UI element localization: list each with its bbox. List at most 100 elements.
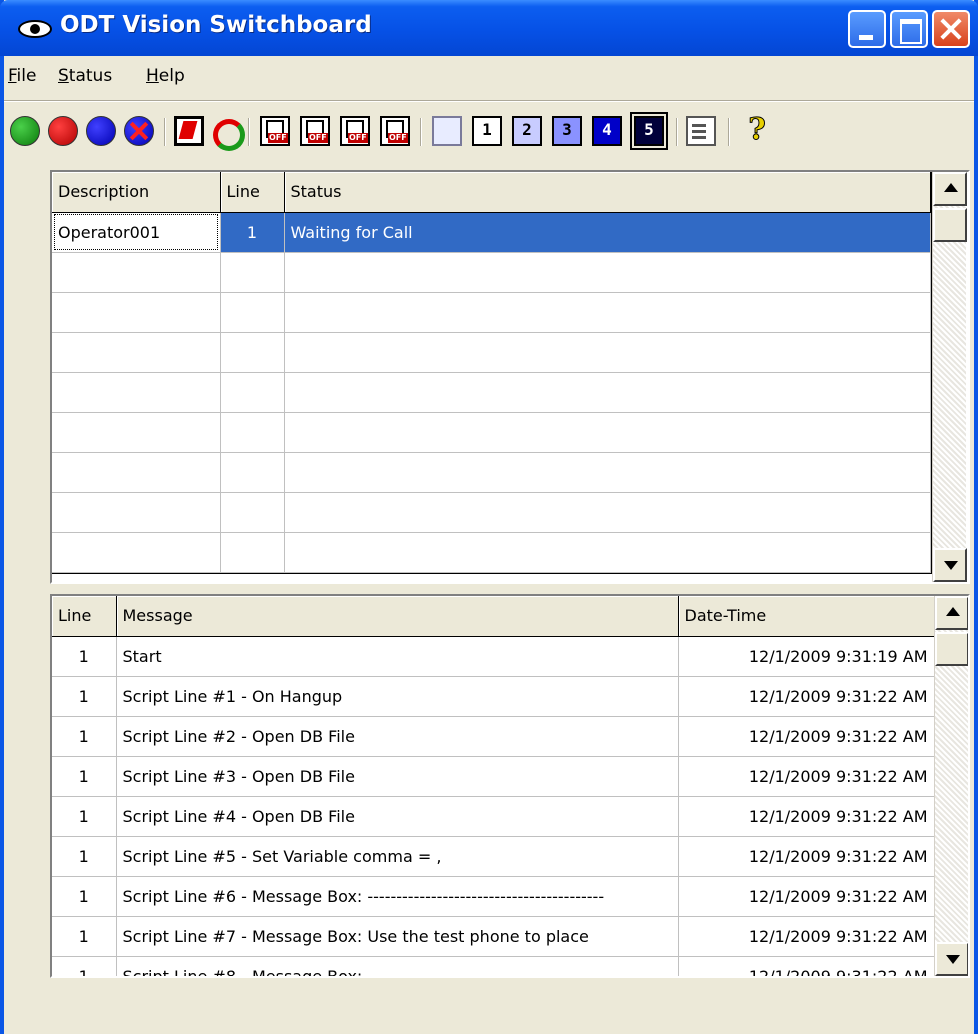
line-cell: 1 [52,676,117,717]
table-row[interactable]: 1 Script Line #8 - Message Box: 12/1/2009 … [52,956,935,976]
blue-circle-x-icon[interactable] [124,116,154,146]
menu-help[interactable]: Help [146,66,185,86]
message-cell: Script Line #8 - Message Box: [116,956,679,976]
datetime-cell: 12/1/2009 9:31:19 AM [678,636,935,677]
table-row[interactable]: Operator001 1 Waiting for Call [52,212,931,253]
message-cell: Script Line #7 - Message Box: Use the te… [116,916,679,957]
line-cell[interactable]: 1 [220,212,285,253]
table-row[interactable] [52,532,931,573]
line-cell: 1 [52,956,117,976]
table-row[interactable] [52,452,931,493]
column-header-line[interactable]: Line [52,596,117,637]
minimize-button[interactable] [848,10,886,48]
scroll-thumb[interactable] [933,208,967,242]
scroll-down-button[interactable] [935,942,968,976]
log-scrollbar[interactable] [934,596,968,976]
datetime-cell: 12/1/2009 9:31:22 AM [678,756,935,797]
line-cell: 1 [52,836,117,877]
menu-separator [4,100,974,102]
eye-icon[interactable] [18,20,52,38]
datetime-cell: 12/1/2009 9:31:22 AM [678,956,935,976]
lines-grid: Description Line Status Operator001 1 Wa… [50,170,970,584]
toolbar-separator [420,118,422,146]
column-header-message[interactable]: Message [116,596,679,637]
level-5-icon[interactable]: 5 [630,112,668,150]
table-row[interactable]: 1 Script Line #3 - Open DB File 12/1/2009 … [52,756,935,797]
line-cell: 1 [52,756,117,797]
log-grid: Line Message Date-Time 1 Start 12/1/2009 9… [50,594,970,978]
table-row[interactable] [52,372,931,413]
level-4-icon[interactable]: 4 [592,116,622,146]
toolbar-separator [248,118,250,146]
line-cell: 1 [52,716,117,757]
toolbar-separator [164,118,166,146]
table-row[interactable] [52,332,931,373]
message-cell: Script Line #5 - Set Variable comma = , [116,836,679,877]
table-row[interactable] [52,412,931,453]
message-cell: Script Line #2 - Open DB File [116,716,679,757]
lines-grid-body: Description Line Status Operator001 1 Wa… [52,172,932,574]
message-cell: Script Line #3 - Open DB File [116,756,679,797]
datetime-cell: 12/1/2009 9:31:22 AM [678,916,935,957]
refresh-icon[interactable] [210,116,245,151]
description-cell[interactable]: Operator001 [52,212,221,253]
status-cell[interactable]: Waiting for Call [284,212,931,253]
table-row[interactable]: 1 Script Line #1 - On Hangup 12/1/2009 9:3… [52,676,935,717]
table-row[interactable]: 1 Script Line #6 - Message Box: ---------… [52,876,935,917]
scroll-up-button[interactable] [935,596,968,630]
red-check-box-icon[interactable] [174,116,204,146]
level-3-icon[interactable]: 3 [552,116,582,146]
level-2-icon[interactable]: 2 [512,116,542,146]
menu-bar: File Status Help [4,56,974,100]
menu-status[interactable]: Status [58,66,112,86]
column-header-date-time[interactable]: Date-Time [678,596,935,637]
menu-file[interactable]: File [8,66,36,86]
line-off-icon[interactable] [260,116,290,146]
scroll-up-button[interactable] [933,172,967,206]
scroll-down-button[interactable] [933,548,967,582]
menu-file-rest: ile [16,66,37,86]
close-button[interactable] [932,10,970,48]
datetime-cell: 12/1/2009 9:31:22 AM [678,796,935,837]
table-row[interactable] [52,492,931,533]
message-cell: Script Line #1 - On Hangup [116,676,679,717]
datetime-cell: 12/1/2009 9:31:22 AM [678,836,935,877]
table-row[interactable]: 1 Start 12/1/2009 9:31:19 AM [52,636,935,677]
table-row[interactable]: 1 Script Line #5 - Set Variable comma = ,… [52,836,935,877]
app-window: ODT Vision Switchboard File Status Help … [0,0,978,1034]
column-header-description[interactable]: Description [52,172,221,213]
table-row[interactable]: 1 Script Line #7 - Message Box: Use the t… [52,916,935,957]
line-cell: 1 [52,636,117,677]
datetime-cell: 12/1/2009 9:31:22 AM [678,876,935,917]
line-cell: 1 [52,916,117,957]
level-0-icon[interactable] [432,116,462,146]
window-title: ODT Vision Switchboard [60,12,372,38]
green-circle-icon[interactable] [10,116,40,146]
message-cell: Script Line #6 - Message Box: ----------… [116,876,679,917]
table-row[interactable] [52,292,931,333]
line-off-icon[interactable] [380,116,410,146]
title-bar[interactable]: ODT Vision Switchboard [0,0,978,56]
red-circle-icon[interactable] [48,116,78,146]
line-off-icon[interactable] [300,116,330,146]
blue-circle-icon[interactable] [86,116,116,146]
toolbar-separator [728,118,730,146]
line-cell: 1 [52,796,117,837]
level-1-icon[interactable]: 1 [472,116,502,146]
toolbar: 1 2 3 4 5 ? [4,106,974,156]
table-row[interactable] [52,252,931,293]
table-row[interactable]: 1 Script Line #4 - Open DB File 12/1/2009 … [52,796,935,837]
maximize-button[interactable] [890,10,928,48]
lines-scrollbar[interactable] [932,172,967,582]
message-cell: Start [116,636,679,677]
column-header-status[interactable]: Status [284,172,931,213]
scroll-thumb[interactable] [935,632,968,666]
column-header-line[interactable]: Line [220,172,285,213]
table-row[interactable]: 1 Script Line #2 - Open DB File 12/1/2009 … [52,716,935,757]
properties-icon[interactable] [686,116,716,146]
line-cell: 1 [52,876,117,917]
line-off-icon[interactable] [340,116,370,146]
datetime-cell: 12/1/2009 9:31:22 AM [678,676,935,717]
toolbar-separator [676,118,678,146]
help-icon[interactable]: ? [742,114,772,146]
